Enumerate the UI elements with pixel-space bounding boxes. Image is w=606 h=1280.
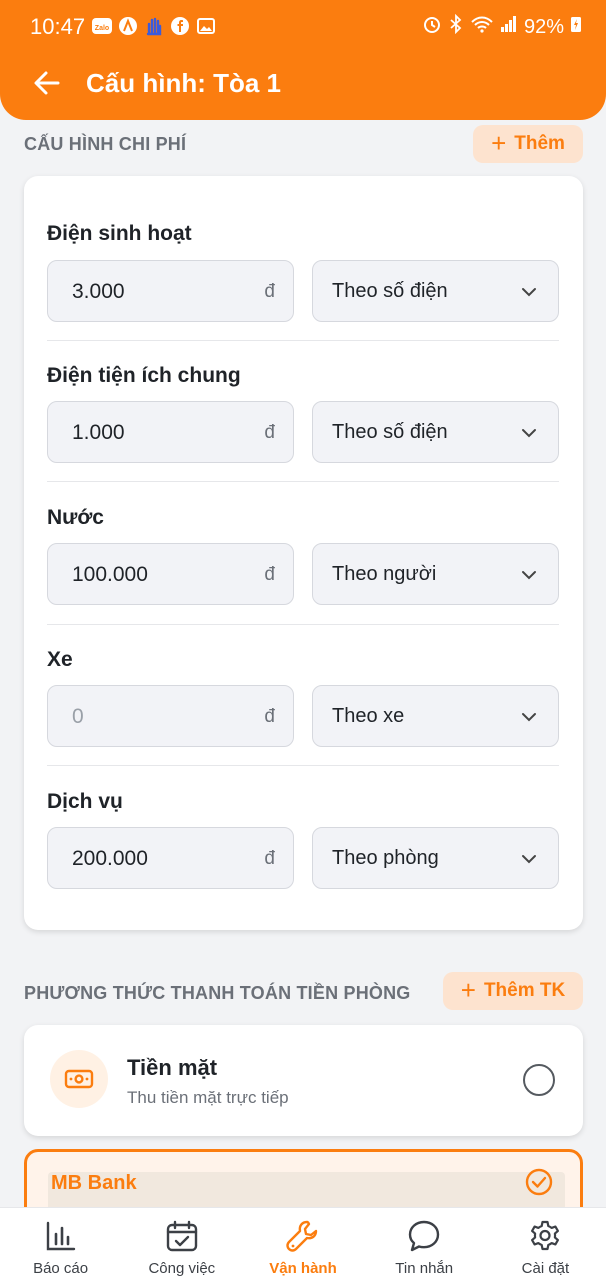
- divider: [47, 624, 559, 625]
- amount-value: 100.000: [72, 563, 148, 586]
- wrench-icon: [285, 1218, 321, 1254]
- gallery-icon: [196, 16, 216, 36]
- amount-value: 3.000: [72, 280, 125, 303]
- method-value: Theo số điện: [332, 280, 448, 302]
- add-cost-label: Thêm: [514, 133, 565, 154]
- currency-unit: đ: [264, 422, 275, 443]
- svg-text:Zalo: Zalo: [95, 25, 109, 32]
- app-a-icon: [118, 16, 138, 36]
- currency-unit: đ: [264, 281, 275, 302]
- cost-item-common-electric: Điện tiện ích chung 1.000 đ Theo số điện: [47, 364, 559, 463]
- battery-icon: [570, 14, 582, 40]
- amount-input-water[interactable]: 100.000 đ: [47, 543, 294, 605]
- nav-tab-reports[interactable]: Báo cáo: [0, 1208, 121, 1280]
- cost-item-service: Dịch vụ 200.000 đ Theo phòng: [47, 790, 559, 889]
- amount-value: 1.000: [72, 421, 125, 444]
- plus-icon: +: [491, 127, 507, 158]
- status-time: 10:47: [30, 14, 86, 39]
- method-value: Theo xe: [332, 705, 405, 727]
- chevron-down-icon: [522, 713, 536, 722]
- nav-tab-messages[interactable]: Tin nhắn: [364, 1208, 485, 1280]
- chevron-down-icon: [522, 855, 536, 864]
- cost-config-card: Điện sinh hoạt 3.000 đ Theo số điện Điện…: [24, 176, 583, 930]
- cost-section-title: CẤU HÌNH CHI PHÍ: [24, 134, 187, 154]
- zalo-icon: Zalo: [92, 16, 112, 36]
- currency-unit: đ: [264, 564, 275, 585]
- cost-label: Điện tiện ích chung: [47, 364, 241, 387]
- chevron-down-icon: [522, 288, 536, 297]
- cost-label: Xe: [47, 648, 73, 671]
- arrow-left-icon: [34, 71, 60, 95]
- method-select-vehicle[interactable]: Theo xe: [312, 685, 559, 747]
- chevron-down-icon: [522, 429, 536, 438]
- amount-value: 200.000: [72, 847, 148, 870]
- payment-description: Thu tiền mặt trực tiếp: [127, 1088, 289, 1107]
- add-account-label: Thêm TK: [483, 980, 566, 1001]
- chevron-down-icon: [522, 571, 536, 580]
- cash-icon: [50, 1050, 108, 1108]
- system-status: 92%: [422, 13, 582, 40]
- nav-tab-tasks[interactable]: Công việc: [121, 1208, 242, 1280]
- bar-chart-icon: [43, 1218, 79, 1254]
- plus-icon: +: [460, 974, 476, 1005]
- amount-input-common-electric[interactable]: 1.000 đ: [47, 401, 294, 463]
- amount-placeholder: 0: [72, 705, 84, 728]
- status-bar: 10:47 Zalo 92%: [0, 0, 606, 56]
- nav-tab-settings[interactable]: Cài đặt: [485, 1208, 606, 1280]
- back-button[interactable]: [30, 66, 64, 100]
- nav-label: Vận hành: [269, 1260, 337, 1277]
- cost-label: Dịch vụ: [47, 790, 123, 813]
- app-header: 10:47 Zalo 92% Cấu hình: Tòa 1: [0, 0, 606, 120]
- bluetooth-icon: [448, 13, 464, 40]
- bottom-navigation: Báo cáo Công việc Vận hành Tin nhắn Cài …: [0, 1207, 606, 1280]
- cost-label: Điện sinh hoạt: [47, 222, 192, 245]
- payment-section-title: PHƯƠNG THỨC THANH TOÁN TIỀN PHÒNG: [24, 983, 411, 1003]
- method-value: Theo phòng: [332, 847, 439, 869]
- bank-name: MB Bank: [51, 1172, 137, 1194]
- cost-label: Nước: [47, 506, 104, 529]
- cost-item-electric: Điện sinh hoạt 3.000 đ Theo số điện: [47, 222, 559, 322]
- amount-input-electric[interactable]: 3.000 đ: [47, 260, 294, 322]
- calendar-check-icon: [164, 1218, 200, 1254]
- nav-label: Tin nhắn: [395, 1260, 454, 1277]
- payment-option-cash[interactable]: Tiền mặt Thu tiền mặt trực tiếp: [24, 1025, 583, 1136]
- currency-unit: đ: [264, 706, 275, 727]
- cost-item-vehicle: Xe 0 đ Theo xe: [47, 648, 559, 747]
- check-circle-icon: [525, 1168, 553, 1196]
- hand-icon: [144, 16, 164, 36]
- amount-input-service[interactable]: 200.000 đ: [47, 827, 294, 889]
- nav-label: Công việc: [148, 1260, 216, 1277]
- notification-icons: Zalo: [92, 16, 216, 36]
- method-select-service[interactable]: Theo phòng: [312, 827, 559, 889]
- chat-bubble-icon: [406, 1218, 442, 1254]
- battery-level: 92%: [523, 15, 564, 38]
- facebook-icon: [170, 16, 190, 36]
- nav-label: Cài đặt: [521, 1260, 570, 1277]
- method-value: Theo số điện: [332, 421, 448, 443]
- nav-tab-operations[interactable]: Vận hành: [242, 1208, 363, 1280]
- signal-icon: [500, 14, 518, 40]
- wifi-icon: [470, 14, 494, 40]
- method-select-water[interactable]: Theo người: [312, 543, 559, 605]
- amount-input-vehicle[interactable]: 0 đ: [47, 685, 294, 747]
- page-title: Cấu hình: Tòa 1: [86, 68, 281, 98]
- gear-icon: [527, 1218, 563, 1254]
- payment-radio[interactable]: [523, 1064, 555, 1096]
- add-cost-button[interactable]: + Thêm: [473, 125, 583, 163]
- method-select-common-electric[interactable]: Theo số điện: [312, 401, 559, 463]
- cost-item-water: Nước 100.000 đ Theo người: [47, 506, 559, 605]
- currency-unit: đ: [264, 848, 275, 869]
- add-account-button[interactable]: + Thêm TK: [443, 972, 583, 1010]
- payment-name: Tiền mặt: [127, 1055, 218, 1080]
- divider: [47, 765, 559, 766]
- divider: [47, 481, 559, 482]
- method-select-electric[interactable]: Theo số điện: [312, 260, 559, 322]
- nav-label: Báo cáo: [33, 1260, 89, 1277]
- alarm-icon: [422, 14, 442, 40]
- method-value: Theo người: [332, 563, 437, 585]
- divider: [47, 340, 559, 341]
